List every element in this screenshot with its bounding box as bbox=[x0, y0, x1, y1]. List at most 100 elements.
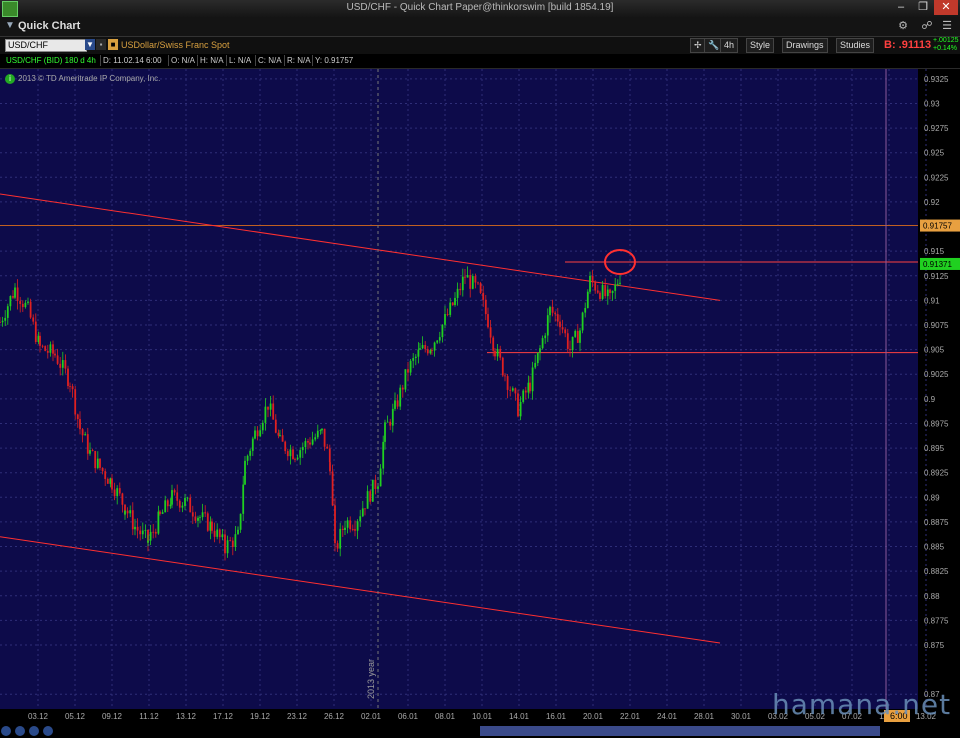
candle-body bbox=[106, 478, 109, 484]
symbol-dropdown-icon[interactable]: ▼ bbox=[85, 39, 95, 50]
y-tick-label: 0.915 bbox=[924, 247, 945, 256]
candle-body bbox=[113, 489, 116, 497]
candle-body bbox=[189, 497, 192, 513]
candle-body bbox=[129, 510, 132, 514]
x-tick-label: 11.12 bbox=[139, 712, 159, 721]
candle-body bbox=[311, 439, 314, 445]
candle-body bbox=[277, 432, 280, 436]
chart-plot-area[interactable] bbox=[0, 69, 918, 709]
y-tick-label: 0.93 bbox=[924, 99, 940, 108]
gear-icon[interactable]: ⚙ bbox=[896, 19, 910, 33]
y-tick-label: 0.885 bbox=[924, 543, 945, 552]
candle-body bbox=[401, 387, 404, 390]
candle-body bbox=[39, 335, 41, 346]
candle-body bbox=[344, 527, 346, 530]
y-tick-label: 0.9 bbox=[924, 395, 936, 404]
candle-body bbox=[464, 276, 466, 278]
candle-body bbox=[407, 369, 409, 373]
chart-scrollbar[interactable] bbox=[480, 726, 880, 736]
candle-body bbox=[326, 446, 329, 449]
candle-body bbox=[44, 346, 47, 351]
candle-body bbox=[14, 287, 16, 298]
candle-body bbox=[218, 529, 221, 538]
candle-body bbox=[309, 442, 311, 445]
zoom-in-icon[interactable] bbox=[15, 726, 25, 736]
symbol-input[interactable]: USD/CHF bbox=[5, 39, 87, 52]
studies-label: Studies bbox=[840, 40, 871, 50]
x-tick-label: 13.12 bbox=[176, 712, 197, 721]
candle-body bbox=[242, 484, 245, 514]
candle-body bbox=[56, 355, 59, 364]
y-tick-label: 0.925 bbox=[924, 149, 945, 158]
candle-body bbox=[279, 435, 281, 436]
window-title: USD/CHF - Quick Chart Paper@thinkorswim … bbox=[346, 2, 614, 13]
candle-body bbox=[261, 422, 264, 431]
price-change-percent: +0.14% bbox=[933, 45, 957, 52]
candle-body bbox=[104, 471, 107, 479]
zoom-out-icon[interactable] bbox=[1, 726, 11, 736]
menu-icon[interactable]: ☰ bbox=[940, 19, 954, 33]
candle-body bbox=[323, 428, 326, 447]
y-tick-label: 0.895 bbox=[924, 444, 945, 453]
candle-body bbox=[482, 292, 485, 300]
close-button[interactable]: ✕ bbox=[934, 0, 958, 15]
zoom-reset-icon[interactable] bbox=[29, 726, 39, 736]
price-axis[interactable] bbox=[918, 69, 960, 709]
candle-body bbox=[534, 363, 537, 368]
info-icon[interactable]: i bbox=[5, 74, 15, 84]
y-tick-label: 0.9075 bbox=[924, 321, 949, 330]
drawings-button[interactable]: Drawings bbox=[782, 38, 828, 53]
x-tick-label: 22.01 bbox=[620, 712, 641, 721]
candle-body bbox=[364, 508, 366, 510]
price-label: 0.91757 bbox=[923, 222, 952, 231]
maximize-button[interactable]: ❐ bbox=[912, 0, 934, 15]
symbol-description: USDollar/Swiss Franc Spot bbox=[121, 40, 230, 50]
candle-body bbox=[213, 530, 216, 537]
year-annotation: 2013 year bbox=[366, 659, 376, 699]
candle-body bbox=[586, 291, 589, 309]
candle-body bbox=[201, 512, 204, 518]
candle-body bbox=[178, 500, 181, 508]
y-tick-label: 0.8775 bbox=[924, 616, 949, 625]
candle-body bbox=[124, 510, 126, 515]
candle-body bbox=[489, 327, 492, 338]
x-tick-label: 28.01 bbox=[694, 712, 715, 721]
studies-button[interactable]: Studies bbox=[836, 38, 875, 53]
copyright-text: 2013 © TD Ameritrade IP Company, Inc. bbox=[18, 74, 161, 83]
candle-body bbox=[546, 315, 549, 336]
candle-body bbox=[294, 458, 296, 460]
timeframe-button[interactable]: 4h bbox=[720, 38, 739, 53]
candle-body bbox=[244, 460, 246, 485]
candle-body bbox=[194, 516, 197, 521]
ohlc-infobar: USD/CHF (BID) 180 d 4h D: 11.02.14 6:00 … bbox=[0, 54, 960, 69]
candle-body bbox=[379, 468, 382, 487]
candle-body bbox=[451, 302, 454, 306]
candle-body bbox=[384, 422, 386, 442]
candle-body bbox=[374, 479, 377, 489]
price-chart[interactable]: 03.12 05.12 09.12 11.12 13.12 17.12 19.12 23.12… bbox=[0, 69, 960, 738]
candle-body bbox=[429, 350, 432, 354]
candle-body bbox=[157, 511, 160, 534]
collapse-chevron-icon[interactable]: ▼ bbox=[5, 20, 15, 31]
style-label[interactable]: Style bbox=[750, 40, 770, 50]
settings-small-icon[interactable]: ▪ bbox=[96, 39, 106, 50]
y-tick-label: 0.92 bbox=[924, 198, 940, 207]
pan-icon[interactable] bbox=[43, 726, 53, 736]
symbol-color-icon[interactable]: ■ bbox=[108, 39, 118, 50]
candle-body bbox=[461, 276, 464, 291]
candle-body bbox=[527, 382, 530, 393]
candle-body bbox=[173, 490, 176, 493]
candle-body bbox=[366, 491, 369, 509]
minimize-button[interactable]: – bbox=[890, 0, 912, 15]
candle-body bbox=[494, 350, 496, 357]
candle-body bbox=[54, 353, 56, 356]
candle-body bbox=[611, 290, 614, 294]
candle-body bbox=[304, 441, 307, 448]
candle-body bbox=[34, 321, 37, 343]
candle-body bbox=[144, 529, 147, 531]
candle-body bbox=[417, 349, 420, 357]
candle-body bbox=[12, 296, 14, 298]
link-icon[interactable]: ☍ bbox=[920, 19, 934, 33]
candle-body bbox=[267, 406, 269, 410]
chart-toolbar: USD/CHF ▼ ▪ ■ USDollar/Swiss Franc Spot … bbox=[0, 37, 960, 54]
